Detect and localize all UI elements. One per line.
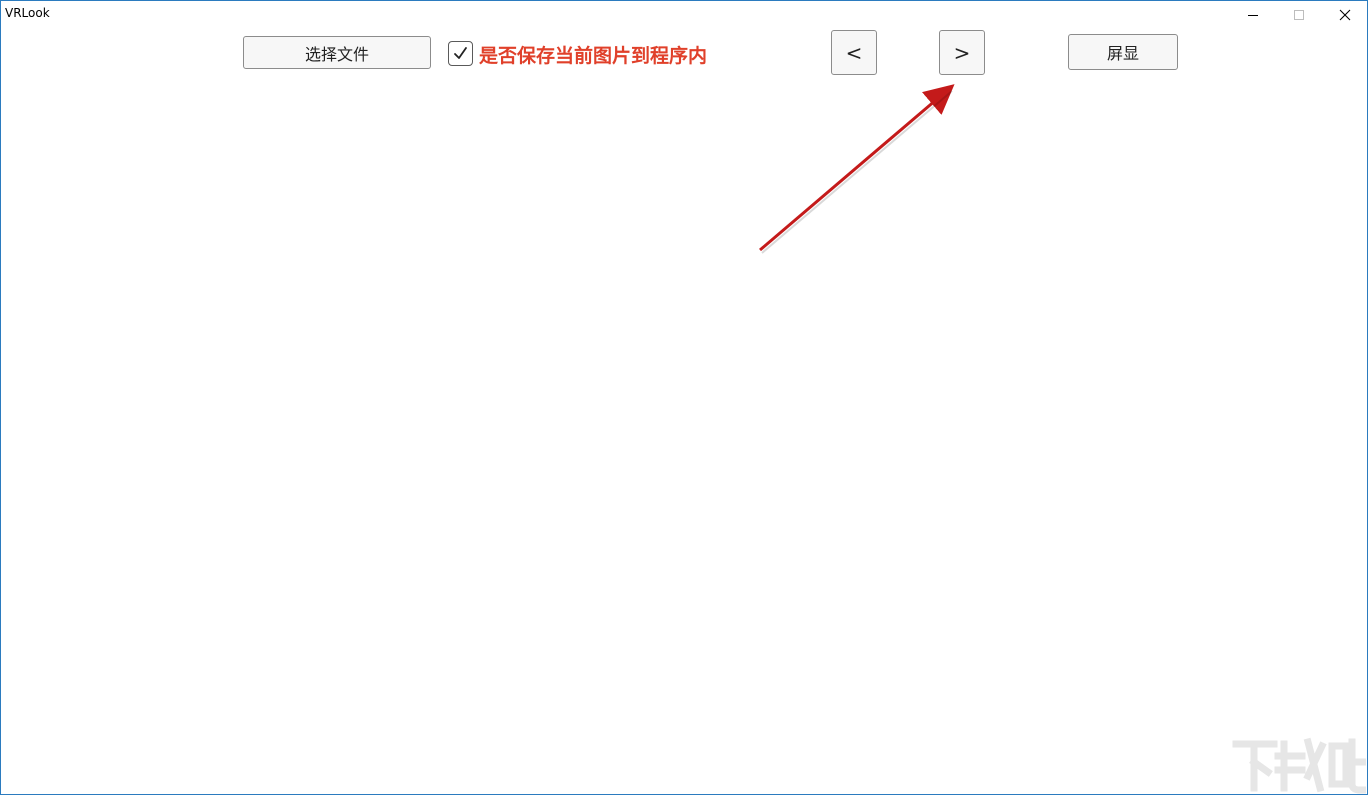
title-bar: VRLook xyxy=(1,1,1367,29)
select-file-button[interactable]: 选择文件 xyxy=(243,36,431,69)
app-window: VRLook 选择文件 是否保存当前图片到程序内 < > 屏显 xyxy=(0,0,1368,795)
window-title: VRLook xyxy=(5,6,50,20)
minimize-button[interactable] xyxy=(1230,1,1276,29)
minimize-icon xyxy=(1248,15,1258,16)
fullscreen-button[interactable]: 屏显 xyxy=(1068,34,1178,70)
save-image-label[interactable]: 是否保存当前图片到程序内 xyxy=(479,41,707,68)
maximize-button[interactable] xyxy=(1276,1,1322,29)
save-image-checkbox[interactable] xyxy=(448,41,473,66)
previous-button[interactable]: < xyxy=(831,30,877,75)
checkmark-icon xyxy=(454,47,467,59)
close-icon xyxy=(1339,9,1351,21)
next-button[interactable]: > xyxy=(939,30,985,75)
close-button[interactable] xyxy=(1322,1,1367,29)
maximize-icon xyxy=(1294,10,1304,20)
